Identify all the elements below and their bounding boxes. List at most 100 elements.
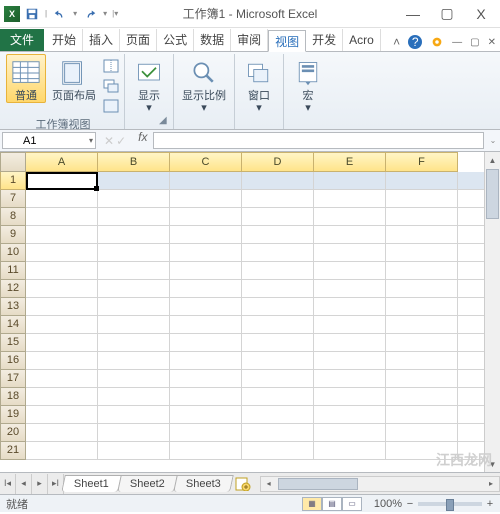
cell[interactable] xyxy=(314,208,386,226)
cell[interactable] xyxy=(242,316,314,334)
cell[interactable] xyxy=(26,298,98,316)
cell[interactable] xyxy=(458,388,484,406)
cell[interactable] xyxy=(170,424,242,442)
cell[interactable] xyxy=(242,190,314,208)
normal-view-button[interactable]: 普通 xyxy=(6,54,46,103)
full-screen-button[interactable] xyxy=(102,97,120,115)
cell[interactable] xyxy=(26,406,98,424)
cell[interactable] xyxy=(242,244,314,262)
row-header[interactable]: 19 xyxy=(0,406,26,424)
cell[interactable] xyxy=(170,370,242,388)
cell[interactable] xyxy=(314,244,386,262)
cell[interactable] xyxy=(170,226,242,244)
cell[interactable] xyxy=(386,172,458,190)
insert-function-button[interactable]: fx xyxy=(132,130,153,151)
cell[interactable] xyxy=(386,226,458,244)
row-header[interactable]: 20 xyxy=(0,424,26,442)
cell[interactable] xyxy=(170,172,242,190)
cell[interactable] xyxy=(386,262,458,280)
cell[interactable] xyxy=(170,406,242,424)
sheet-tab[interactable]: Sheet2 xyxy=(117,475,177,492)
dialog-launcher-icon[interactable]: ◢ xyxy=(159,115,171,127)
column-header[interactable]: F xyxy=(386,152,458,172)
cell[interactable] xyxy=(170,190,242,208)
cell[interactable] xyxy=(386,316,458,334)
row-header[interactable]: 17 xyxy=(0,370,26,388)
cell[interactable] xyxy=(170,280,242,298)
cell[interactable] xyxy=(242,262,314,280)
zoom-value[interactable]: 100% xyxy=(366,498,402,510)
cell[interactable] xyxy=(26,442,98,460)
cell[interactable] xyxy=(26,388,98,406)
cell[interactable] xyxy=(386,298,458,316)
sheet-tab[interactable]: Sheet1 xyxy=(61,475,121,492)
cell[interactable] xyxy=(98,298,170,316)
cell[interactable] xyxy=(314,262,386,280)
show-button[interactable]: 显示▾ xyxy=(129,54,169,115)
options-gear-icon[interactable] xyxy=(430,35,444,49)
cell-grid[interactable] xyxy=(26,172,484,472)
cell[interactable] xyxy=(26,226,98,244)
cell[interactable] xyxy=(386,280,458,298)
dropdown-icon[interactable]: ▾ xyxy=(103,9,107,18)
cell[interactable] xyxy=(98,190,170,208)
cell[interactable] xyxy=(314,280,386,298)
cell[interactable] xyxy=(458,172,484,190)
zoom-out-button[interactable]: − xyxy=(404,498,416,510)
cell[interactable] xyxy=(26,280,98,298)
custom-views-button[interactable] xyxy=(102,77,120,95)
cell[interactable] xyxy=(26,172,98,190)
qat-customize-dropdown[interactable]: |▾ xyxy=(112,9,118,18)
cell[interactable] xyxy=(386,388,458,406)
cell[interactable] xyxy=(242,442,314,460)
sheet-tab[interactable]: Sheet3 xyxy=(173,475,233,492)
doc-minimize-icon[interactable]: — xyxy=(452,37,462,48)
cell[interactable] xyxy=(386,406,458,424)
cell[interactable] xyxy=(458,352,484,370)
cell[interactable] xyxy=(98,262,170,280)
cell[interactable] xyxy=(314,226,386,244)
cell[interactable] xyxy=(170,298,242,316)
cell[interactable] xyxy=(26,208,98,226)
cell[interactable] xyxy=(26,316,98,334)
cell[interactable] xyxy=(458,244,484,262)
tab-developer[interactable]: 开发 xyxy=(306,29,343,51)
cell[interactable] xyxy=(314,442,386,460)
tab-data[interactable]: 数据 xyxy=(194,29,231,51)
column-header[interactable]: E xyxy=(314,152,386,172)
row-header[interactable]: 18 xyxy=(0,388,26,406)
cell[interactable] xyxy=(242,226,314,244)
cell[interactable] xyxy=(98,316,170,334)
name-box-dropdown-icon[interactable]: ▾ xyxy=(89,136,93,145)
tab-home[interactable]: 开始 xyxy=(46,29,83,51)
scroll-left-icon[interactable]: ◂ xyxy=(261,479,277,488)
cell[interactable] xyxy=(458,442,484,460)
cell[interactable] xyxy=(26,352,98,370)
zoom-ratio-button[interactable]: 显示比例▾ xyxy=(178,54,230,115)
cell[interactable] xyxy=(458,334,484,352)
page-layout-shortcut[interactable]: ▤ xyxy=(322,497,342,511)
cell[interactable] xyxy=(458,316,484,334)
cell[interactable] xyxy=(26,190,98,208)
cell[interactable] xyxy=(170,388,242,406)
scroll-down-icon[interactable]: ▼ xyxy=(485,456,500,472)
cell[interactable] xyxy=(314,388,386,406)
page-break-shortcut[interactable]: ▭ xyxy=(342,497,362,511)
cell[interactable] xyxy=(170,334,242,352)
app-icon[interactable]: X xyxy=(4,6,20,22)
tab-formulas[interactable]: 公式 xyxy=(157,29,194,51)
cell[interactable] xyxy=(98,334,170,352)
cell[interactable] xyxy=(386,370,458,388)
undo-icon[interactable] xyxy=(51,5,69,23)
formula-input[interactable] xyxy=(153,132,484,149)
scroll-thumb[interactable] xyxy=(486,169,499,219)
tab-review[interactable]: 审阅 xyxy=(231,29,268,51)
column-header[interactable]: C xyxy=(170,152,242,172)
minimize-button[interactable]: — xyxy=(402,4,424,24)
maximize-button[interactable]: ▢ xyxy=(436,4,458,24)
cell[interactable] xyxy=(314,424,386,442)
scroll-thumb[interactable] xyxy=(278,478,358,490)
zoom-in-button[interactable]: + xyxy=(484,498,496,510)
expand-formula-bar-icon[interactable]: ⌄ xyxy=(486,130,500,151)
cell[interactable] xyxy=(242,280,314,298)
